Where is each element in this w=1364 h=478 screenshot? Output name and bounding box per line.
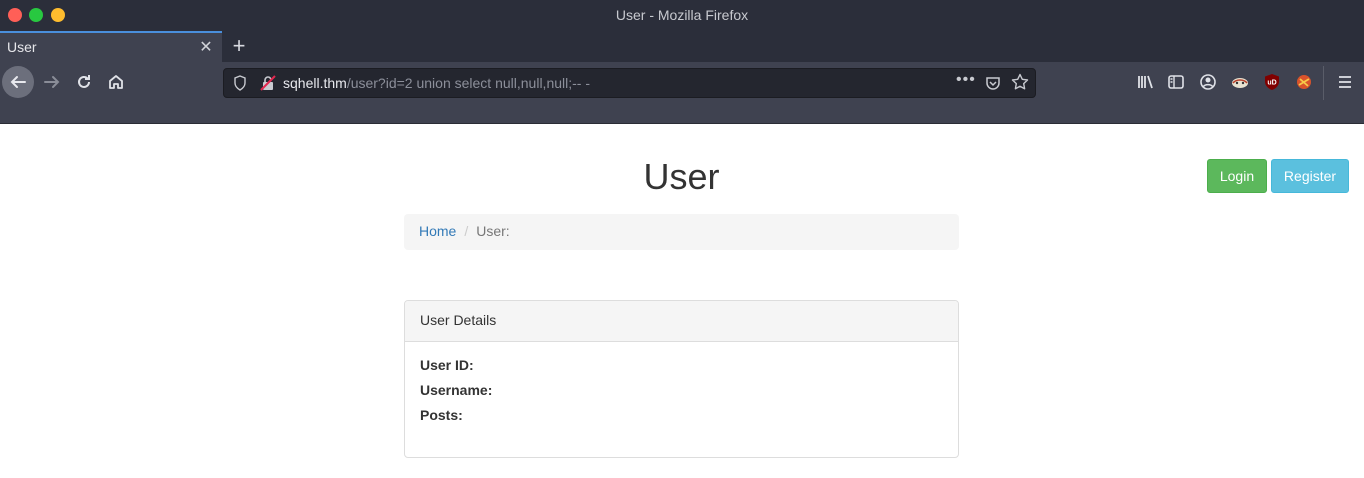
tab-close-icon[interactable]: ✕ [197, 37, 215, 56]
bookmark-star-icon[interactable] [1011, 73, 1029, 91]
extension-3-icon[interactable] [1294, 72, 1314, 92]
new-tab-button[interactable]: + [229, 33, 249, 59]
login-button[interactable]: Login [1207, 159, 1267, 193]
window-title: User - Mozilla Firefox [615, 7, 749, 23]
ublock-icon[interactable]: uD [1262, 72, 1282, 92]
insecure-connection-icon[interactable] [260, 75, 276, 91]
user-id-label: User ID: [420, 357, 474, 373]
url-path: /user?id=2 union select null,null,null;-… [346, 75, 591, 91]
library-icon[interactable] [1136, 72, 1156, 92]
menu-icon[interactable] [1335, 72, 1355, 92]
reload-button[interactable] [72, 68, 96, 96]
tab-user[interactable]: User ✕ [0, 31, 222, 62]
url-text[interactable]: sqhell.thm/user?id=2 union select null,n… [283, 75, 590, 91]
home-icon [109, 75, 123, 89]
sidebar-icon[interactable] [1166, 72, 1186, 92]
page-actions-icon[interactable]: ••• [956, 71, 976, 89]
tracking-protection-shield-icon[interactable] [232, 75, 248, 91]
pocket-icon[interactable] [985, 75, 1001, 91]
breadcrumb-current: User: [476, 223, 510, 239]
forward-button[interactable] [40, 68, 64, 96]
tab-label: User [7, 39, 37, 55]
home-button[interactable] [104, 68, 128, 96]
address-bar[interactable]: sqhell.thm/user?id=2 union select null,n… [223, 68, 1036, 98]
page-title: User [643, 156, 720, 197]
tab-strip: User ✕ + [0, 31, 1364, 62]
username-label: Username: [420, 382, 493, 398]
user-details-panel: User Details User ID: Username: Posts: [404, 300, 959, 458]
account-icon[interactable] [1198, 72, 1218, 92]
window-titlebar: User - Mozilla Firefox [0, 0, 1364, 31]
page-content: Login Register User Home / User: User Deta… [0, 125, 1364, 478]
url-host: sqhell.thm [283, 75, 347, 91]
back-button[interactable] [2, 66, 34, 98]
panel-body: User ID: Username: Posts: [405, 342, 958, 445]
breadcrumb-home-link[interactable]: Home [419, 223, 456, 239]
reload-icon [78, 75, 90, 88]
svg-text:uD: uD [1267, 80, 1276, 87]
posts-label: Posts: [420, 407, 463, 423]
extension-1-icon[interactable] [1230, 72, 1250, 92]
register-button[interactable]: Register [1271, 159, 1349, 193]
arrow-left-icon [10, 76, 26, 88]
arrow-right-icon [44, 76, 60, 88]
breadcrumb: Home / User: [404, 214, 959, 250]
panel-heading: User Details [405, 301, 958, 342]
navigation-toolbar: sqhell.thm/user?id=2 union select null,n… [0, 62, 1364, 124]
breadcrumb-separator: / [464, 223, 469, 239]
toolbar-separator [1323, 66, 1324, 100]
